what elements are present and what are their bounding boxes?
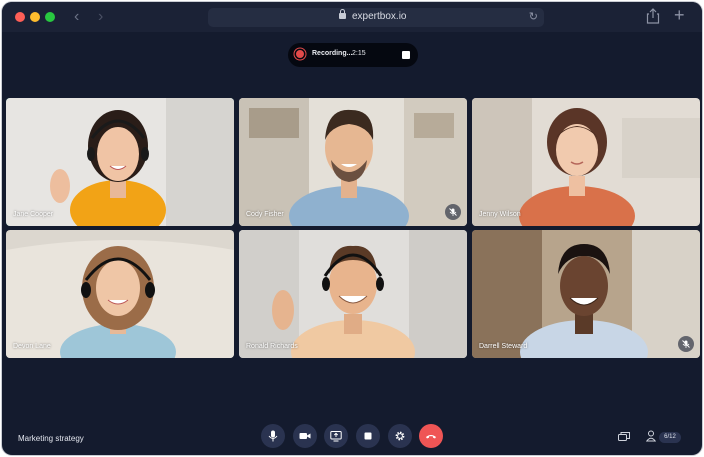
address-url: expertbox.io [352, 11, 407, 22]
participant-video [472, 98, 700, 226]
end-call-icon [426, 435, 436, 439]
settings-button[interactable] [388, 424, 412, 448]
end-call-button[interactable] [419, 424, 443, 448]
stop-recording-button[interactable] [402, 51, 410, 59]
participant-name: Jenny Wilson [479, 211, 521, 218]
participant-video [6, 98, 234, 226]
back-arrow-icon[interactable]: ‹ [74, 9, 79, 25]
browser-window: ‹ › expertbox.io ↻ + Recording... 2:15 J… [2, 2, 702, 455]
share-icon[interactable] [646, 8, 660, 24]
participant-video [6, 230, 234, 358]
participant-name: Cody Fisher [246, 211, 284, 218]
recording-indicator: Recording... 2:15 [288, 43, 418, 67]
close-window-button[interactable] [15, 12, 25, 22]
video-tile[interactable]: Cody Fisher [239, 98, 467, 226]
recording-label: Recording... [312, 50, 353, 57]
microphone-icon [268, 430, 278, 442]
lock-icon [339, 9, 346, 19]
participant-name: Jane Cooper [13, 211, 54, 218]
minimize-window-button[interactable] [30, 12, 40, 22]
video-tile[interactable]: Jane Cooper [6, 98, 234, 226]
screen-share-button[interactable] [324, 424, 348, 448]
chat-icon[interactable] [618, 432, 630, 442]
participant-video [239, 230, 467, 358]
recording-timer: 2:15 [352, 50, 366, 57]
camera-button[interactable] [293, 424, 317, 448]
participant-name: Ronald Richards [246, 343, 298, 350]
video-tile[interactable]: Devon Lane [6, 230, 234, 358]
muted-mic-icon [678, 336, 694, 352]
video-tile[interactable]: Darrell Steward [472, 230, 700, 358]
stop-button[interactable] [356, 424, 380, 448]
record-dot-icon [296, 50, 304, 58]
new-tab-icon[interactable]: + [674, 5, 685, 26]
participant-name: Darrell Steward [479, 343, 528, 350]
participant-count-badge: 6/12 [659, 432, 681, 443]
maximize-window-button[interactable] [45, 12, 55, 22]
address-bar[interactable]: expertbox.io ↻ [208, 8, 544, 27]
stop-icon [364, 432, 372, 440]
browser-titlebar: ‹ › expertbox.io ↻ + [2, 2, 702, 32]
meeting-title: Marketing strategy [18, 434, 84, 443]
video-tile[interactable]: Ronald Richards [239, 230, 467, 358]
microphone-button[interactable] [261, 424, 285, 448]
video-tile[interactable]: Jenny Wilson [472, 98, 700, 226]
participant-name: Devon Lane [13, 343, 51, 350]
camera-icon [299, 433, 311, 439]
reload-icon[interactable]: ↻ [529, 10, 538, 23]
participant-video [472, 230, 700, 358]
screen-share-icon [330, 431, 342, 442]
forward-arrow-icon[interactable]: › [98, 9, 103, 25]
participants-icon[interactable] [646, 430, 656, 442]
participant-video [239, 98, 467, 226]
muted-mic-icon [445, 204, 461, 220]
settings-icon [395, 431, 405, 441]
